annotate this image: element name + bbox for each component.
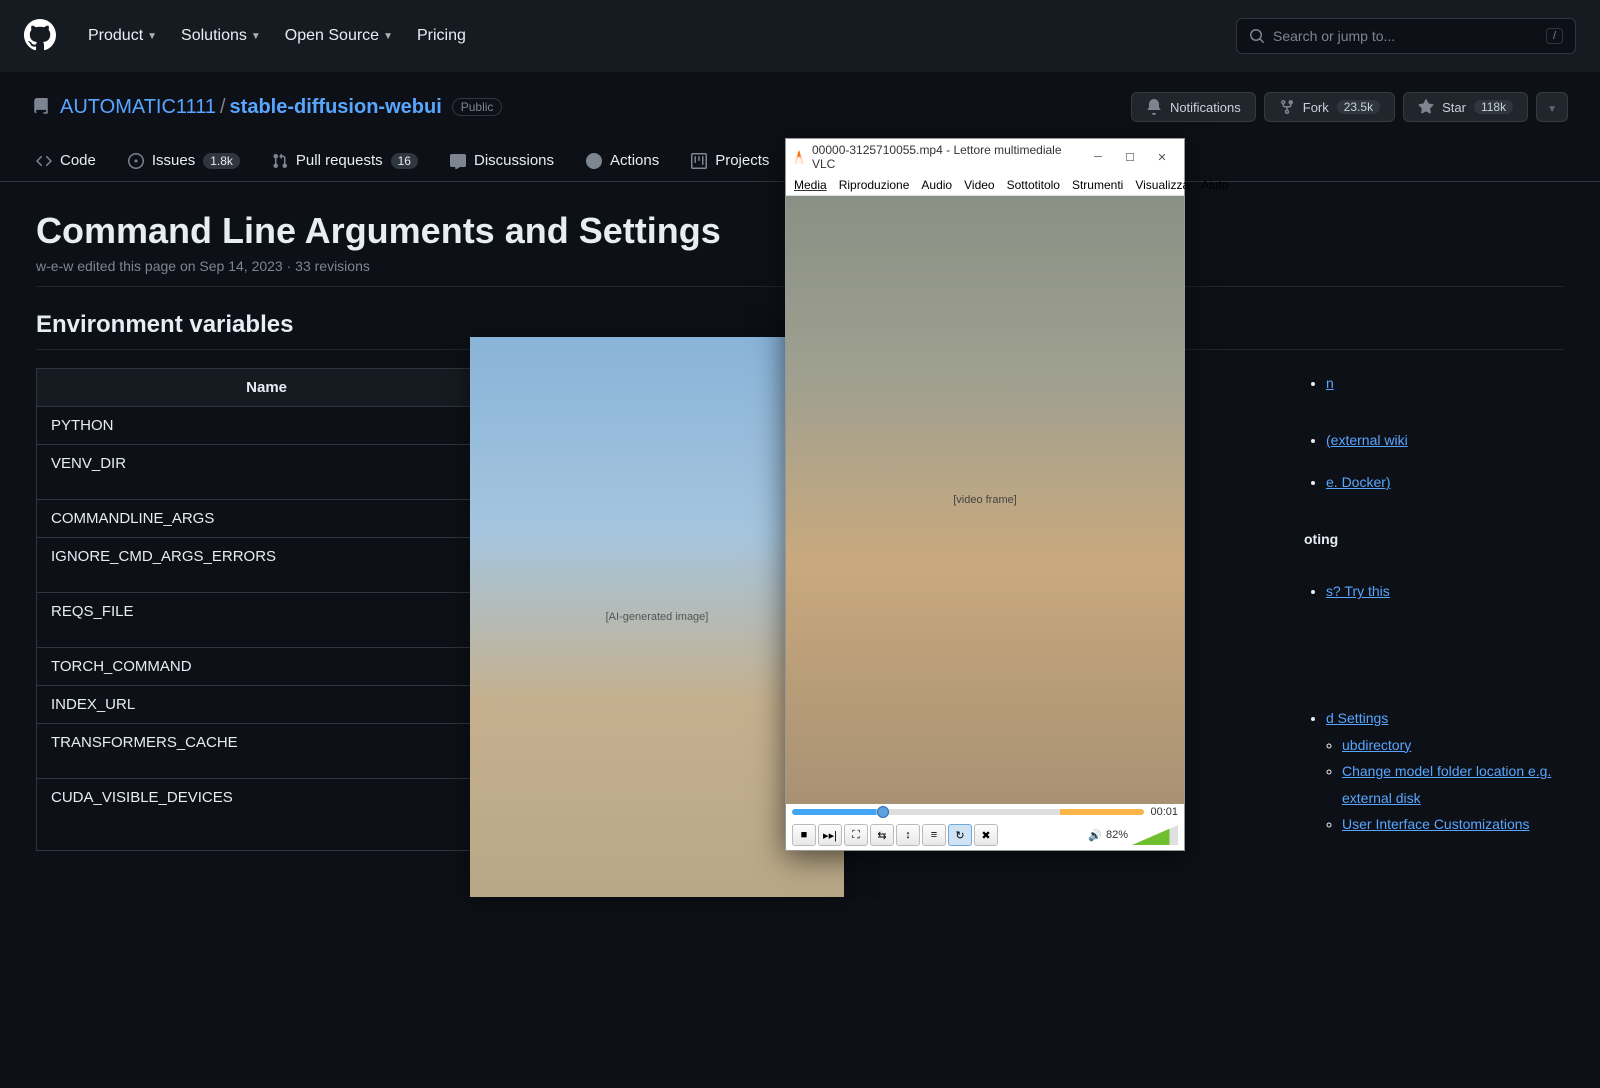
repo-name-link[interactable]: stable-diffusion-webui xyxy=(230,96,442,118)
vlc-cone-icon xyxy=(792,150,806,164)
star-count: 118k xyxy=(1474,100,1513,114)
github-logo[interactable] xyxy=(24,19,56,54)
fork-icon xyxy=(1279,99,1295,115)
vlc-seek-bar[interactable]: 00:01 xyxy=(786,804,1184,820)
vlc-controls: ■ ▸▸| ⛶ ⇆ ↕ ≡ ↻ ✖ 🔊 82% xyxy=(786,820,1184,850)
stop-button[interactable]: ■ xyxy=(792,824,816,846)
menu-playback[interactable]: Riproduzione xyxy=(839,178,910,192)
shuffle-button[interactable]: ✖ xyxy=(974,824,998,846)
bell-icon xyxy=(1146,99,1162,115)
sidebar-link: s? Try this xyxy=(1326,578,1564,605)
github-header: Product▼ Solutions▼ Open Source▼ Pricing… xyxy=(0,0,1600,72)
menu-video[interactable]: Video xyxy=(964,178,994,192)
search-input[interactable]: Search or jump to... / xyxy=(1236,18,1576,54)
env-name: IGNORE_CMD_ARGS_ERRORS xyxy=(37,538,497,593)
wiki-sidebar: n (external wiki e. Docker) oting s? Try… xyxy=(1304,370,1564,838)
tab-issues[interactable]: Issues1.8k xyxy=(116,142,252,181)
star-icon xyxy=(1418,99,1434,115)
vlc-menubar: Media Riproduzione Audio Video Sottotito… xyxy=(786,175,1184,196)
tab-code[interactable]: Code xyxy=(24,142,108,181)
menu-view[interactable]: Visualizza xyxy=(1135,178,1189,192)
sidebar-link: n xyxy=(1326,370,1564,397)
seek-track[interactable] xyxy=(792,809,1144,815)
tab-pull-requests[interactable]: Pull requests16 xyxy=(260,142,430,181)
repo-bar: AUTOMATIC1111/stable-diffusion-webui Pub… xyxy=(0,72,1600,122)
vlc-titlebar[interactable]: 00000-3125710055.mp4 - Lettore multimedi… xyxy=(786,139,1184,175)
maximize-button[interactable]: ☐ xyxy=(1114,151,1146,164)
chevron-down-icon: ▼ xyxy=(147,31,157,42)
menu-media[interactable]: Media xyxy=(794,178,827,192)
vlc-time: 00:01 xyxy=(1150,806,1178,818)
env-name: VENV_DIR xyxy=(37,445,497,500)
chevron-down-icon: ▼ xyxy=(1547,104,1557,115)
th-name: Name xyxy=(37,369,497,407)
extended-button[interactable]: ⇆ xyxy=(870,824,894,846)
sidebar-link: e. Docker) xyxy=(1326,469,1564,496)
star-dropdown[interactable]: ▼ xyxy=(1536,92,1568,122)
tab-discussions[interactable]: Discussions xyxy=(438,142,566,181)
env-name: COMMANDLINE_ARGS xyxy=(37,500,497,538)
chevron-down-icon: ▼ xyxy=(383,31,393,42)
visibility-badge: Public xyxy=(452,98,503,116)
nav-pricing[interactable]: Pricing xyxy=(417,27,466,45)
close-button[interactable]: ✕ xyxy=(1146,151,1178,164)
notifications-button[interactable]: Notifications xyxy=(1131,92,1256,122)
minimize-button[interactable]: ─ xyxy=(1082,151,1114,163)
env-name: REQS_FILE xyxy=(37,593,497,648)
repo-owner-link[interactable]: AUTOMATIC1111 xyxy=(60,96,216,118)
star-button[interactable]: Star 118k xyxy=(1403,92,1528,122)
sidebar-link: d Settings xyxy=(1326,705,1564,732)
env-name: TORCH_COMMAND xyxy=(37,648,497,686)
vlc-volume[interactable]: 🔊 82% xyxy=(1088,825,1178,845)
tab-actions[interactable]: Actions xyxy=(574,142,671,181)
next-button[interactable]: ▸▸| xyxy=(818,824,842,846)
sidebar-heading: oting xyxy=(1304,526,1564,553)
env-name: TRANSFORMERS_CACHE xyxy=(37,724,497,779)
sidebar-link: (external wiki xyxy=(1326,427,1564,454)
fork-count: 23.5k xyxy=(1337,100,1380,114)
chevron-down-icon: ▼ xyxy=(251,31,261,42)
vlc-window: 00000-3125710055.mp4 - Lettore multimedi… xyxy=(785,138,1185,851)
sidebar-link: User Interface Customizations xyxy=(1342,811,1564,838)
seek-buffer xyxy=(1060,809,1145,815)
sidebar-link: ubdirectory xyxy=(1342,732,1564,759)
repo-path: AUTOMATIC1111/stable-diffusion-webui xyxy=(60,96,442,119)
search-icon xyxy=(1249,28,1265,44)
repo-icon xyxy=(32,98,50,116)
search-placeholder: Search or jump to... xyxy=(1273,28,1395,44)
nav-product[interactable]: Product▼ xyxy=(88,27,157,45)
seek-knob[interactable] xyxy=(877,806,889,818)
header-nav: Product▼ Solutions▼ Open Source▼ Pricing xyxy=(88,27,466,45)
menu-tools[interactable]: Strumenti xyxy=(1072,178,1123,192)
loop-button[interactable]: ↻ xyxy=(948,824,972,846)
nav-solutions[interactable]: Solutions▼ xyxy=(181,27,261,45)
repo-actions: Notifications Fork 23.5k Star 118k ▼ xyxy=(1131,92,1568,122)
env-name: CUDA_VISIBLE_DEVICES xyxy=(37,779,497,851)
vlc-title: 00000-3125710055.mp4 - Lettore multimedi… xyxy=(812,143,1082,171)
vlc-video-area[interactable]: [video frame] xyxy=(786,196,1184,804)
menu-audio[interactable]: Audio xyxy=(921,178,952,192)
search-kbd: / xyxy=(1546,28,1563,44)
fork-button[interactable]: Fork 23.5k xyxy=(1264,92,1395,122)
menu-subtitle[interactable]: Sottotitolo xyxy=(1007,178,1060,192)
sidebar-link: Change model folder location e.g. extern… xyxy=(1342,758,1564,811)
fullscreen-button[interactable]: ⛶ xyxy=(844,824,868,846)
tab-projects[interactable]: Projects xyxy=(679,142,781,181)
playlist-button[interactable]: ↕ xyxy=(896,824,920,846)
env-name: INDEX_URL xyxy=(37,686,497,724)
nav-opensource[interactable]: Open Source▼ xyxy=(285,27,393,45)
menu-help[interactable]: Aiuto xyxy=(1201,178,1228,192)
list-button[interactable]: ≡ xyxy=(922,824,946,846)
env-name: PYTHON xyxy=(37,407,497,445)
volume-slider[interactable] xyxy=(1132,825,1178,845)
